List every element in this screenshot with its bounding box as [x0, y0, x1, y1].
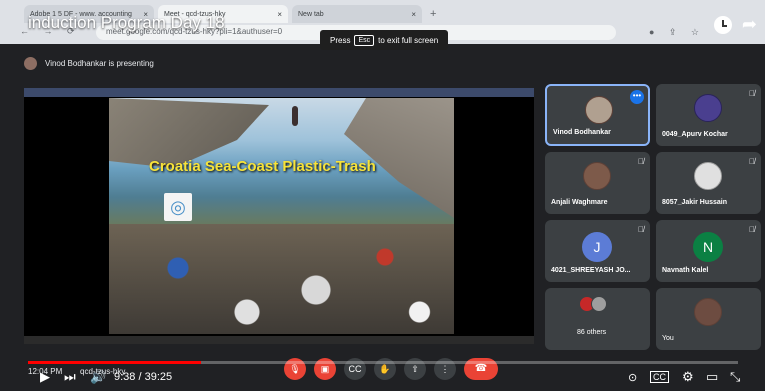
participant-photo [694, 94, 722, 122]
participant-name: Anjali Waghmare [551, 199, 608, 206]
volume-icon[interactable]: 🔊 [90, 369, 106, 385]
mic-off-icon: 🎙̸ [749, 89, 755, 98]
shared-screen-taskbar [24, 336, 534, 344]
participant-tile-you[interactable]: You [656, 288, 761, 350]
browser-toolbar-icons[interactable]: ● ⇪ ☆ [649, 27, 705, 38]
settings-icon[interactable]: ⚙ [682, 369, 694, 385]
mic-off-icon: 🎙̸ [638, 225, 644, 234]
mic-off-icon: 🎙̸ [749, 225, 755, 234]
video-title[interactable]: induction Program Day 18 [28, 13, 225, 33]
participant-tile-anjali[interactable]: 🎙̸ Anjali Waghmare [545, 152, 650, 214]
participant-name: 4021_SHREEYASH JO... [551, 267, 631, 274]
participant-photo [694, 162, 722, 190]
autoplay-toggle-icon[interactable]: ⊙ [628, 371, 637, 384]
participant-tile-vinod[interactable]: ••• Vinod Bodhankar [545, 84, 650, 146]
video-progress-bar[interactable] [28, 361, 738, 364]
participant-photo [583, 162, 611, 190]
tab-label: New tab [298, 10, 324, 18]
plastic-trash [109, 224, 454, 334]
time-display: 9:38 / 39:25 [114, 371, 173, 383]
share-icon[interactable]: ➦ [742, 14, 757, 35]
participant-tile-jakir[interactable]: 🎙̸ 8057_Jakir Hussain [656, 152, 761, 214]
mic-off-icon: 🎙̸ [749, 157, 755, 166]
logo-icon: ◎ [164, 193, 192, 221]
participant-name: You [662, 335, 674, 342]
shared-screen: Croatia Sea-Coast Plastic-Trash ◎ [24, 88, 534, 344]
participant-initial: J [582, 232, 612, 262]
fullscreen-hint: Press Esc to exit full screen [320, 30, 449, 50]
shared-screen-toolbar [24, 88, 534, 97]
play-icon[interactable]: ▶ [40, 369, 50, 385]
participant-tile-navnath[interactable]: N 🎙̸ Navnath Kalel [656, 220, 761, 282]
participant-initial: N [693, 232, 723, 262]
youtube-top-actions: ➦ [713, 14, 757, 35]
mic-off-icon: 🎙̸ [638, 157, 644, 166]
miniplayer-icon[interactable]: ▭ [706, 369, 718, 385]
participant-name: Navnath Kalel [662, 267, 709, 274]
watch-later-icon[interactable] [713, 15, 732, 34]
others-avatars [579, 296, 607, 312]
close-icon[interactable]: × [411, 10, 416, 19]
esc-key: Esc [354, 34, 375, 46]
exit-fullscreen-icon[interactable]: ⤡ [730, 369, 740, 385]
participant-name: 86 others [577, 329, 607, 336]
more-options-icon[interactable]: ••• [630, 90, 644, 104]
participant-name: Vinod Bodhankar [553, 129, 611, 136]
avatar [591, 296, 607, 312]
close-icon[interactable]: × [277, 10, 282, 19]
participant-tile-others[interactable]: 86 others [545, 288, 650, 350]
presentation-slide: Croatia Sea-Coast Plastic-Trash ◎ [109, 98, 454, 334]
browser-tab-3[interactable]: New tab × [292, 5, 422, 23]
participant-name: 0049_Apurv Kochar [662, 131, 728, 138]
participant-name: 8057_Jakir Hussain [662, 199, 727, 206]
participant-photo [694, 298, 722, 326]
presenting-bar: Vinod Bodhankar is presenting [24, 54, 534, 72]
participant-tile-shreeyash[interactable]: J 🎙̸ 4021_SHREEYASH JO... [545, 220, 650, 282]
hint-press: Press [330, 35, 351, 45]
presenting-text: Vinod Bodhankar is presenting [45, 58, 154, 68]
participant-tile-apurv[interactable]: 🎙̸ 0049_Apurv Kochar [656, 84, 761, 146]
person-figure [292, 106, 298, 126]
progress-fill [28, 361, 202, 364]
next-icon[interactable]: ⏭ [64, 369, 76, 385]
slide-title: Croatia Sea-Coast Plastic-Trash [149, 158, 376, 175]
hint-rest: to exit full screen [378, 35, 439, 45]
presenter-avatar [24, 56, 37, 70]
screen-stage: Adobe 1 5 DF - www. accounting × Meet - q… [0, 0, 765, 391]
subtitles-icon[interactable]: CC [650, 371, 669, 383]
new-tab-icon[interactable]: + [426, 5, 440, 23]
participant-photo [585, 96, 613, 124]
